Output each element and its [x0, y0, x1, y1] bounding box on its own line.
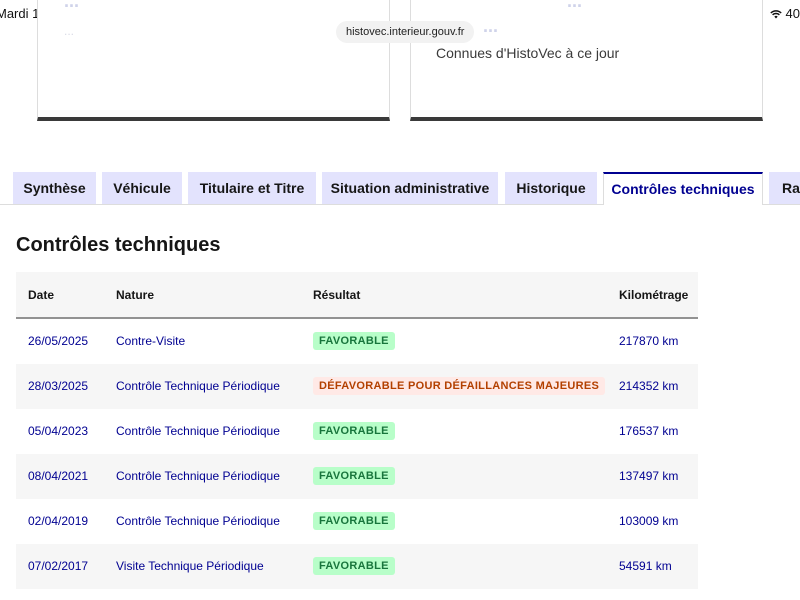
row-mileage: 137497 km: [619, 469, 679, 483]
row-nature: Contrôle Technique Périodique: [116, 469, 280, 483]
result-badge: FAVORABLE: [313, 422, 395, 440]
page-title: Contrôles techniques: [16, 234, 221, 256]
header-nature: Nature: [116, 288, 155, 302]
wifi-icon: [769, 9, 782, 18]
row-nature: Contrôle Technique Périodique: [116, 514, 280, 528]
tab-controles-techniques[interactable]: Contrôles techniques: [603, 172, 763, 205]
row-mileage: 176537 km: [619, 424, 679, 438]
result-badge: FAVORABLE: [313, 467, 395, 485]
row-mileage: 54591 km: [619, 559, 672, 573]
header-date: Date: [28, 288, 55, 302]
result-badge: DÉFAVORABLE POUR DÉFAILLANCES MAJEURES: [313, 377, 606, 395]
row-date: 05/04/2023: [28, 424, 89, 438]
row-mileage: 103009 km: [619, 514, 679, 528]
table-row: 26/05/2025 Contre-Visite FAVORABLE 21787…: [16, 319, 698, 364]
result-badge: FAVORABLE: [313, 557, 395, 575]
table-header: Date Nature Résultat Kilométrage: [16, 272, 698, 319]
table-row: 02/04/2019 Contrôle Technique Périodique…: [16, 499, 698, 544]
card-right-faded-title-1: ...: [567, 0, 583, 11]
table-row: 28/03/2025 Contrôle Technique Périodique…: [16, 364, 698, 409]
row-nature: Visite Technique Périodique: [116, 559, 264, 573]
row-date: 08/04/2021: [28, 469, 89, 483]
row-date: 28/03/2025: [28, 379, 89, 393]
card-left-faded-title: ...: [64, 0, 80, 11]
row-date: 07/02/2017: [28, 559, 89, 573]
card-right-text: Connues d'HistoVec à ce jour: [436, 45, 620, 61]
summary-card-left: ... ...: [37, 0, 390, 121]
card-right-faded-title-2: ...: [483, 16, 499, 36]
row-date: 26/05/2025: [28, 334, 89, 348]
table-row: 08/04/2021 Contrôle Technique Périodique…: [16, 454, 698, 499]
summary-card-right: ... ... Connues d'HistoVec à ce jour: [410, 0, 763, 121]
status-battery-text: 40: [785, 6, 800, 21]
card-left-faded-subtitle: ...: [64, 24, 75, 38]
tab-synthese[interactable]: Synthèse: [13, 172, 96, 204]
tab-rapport[interactable]: Rap: [769, 172, 800, 204]
controls-table: Date Nature Résultat Kilométrage 26/05/2…: [16, 272, 698, 589]
tab-vehicule[interactable]: Véhicule: [102, 172, 182, 204]
header-result: Résultat: [313, 288, 361, 302]
url-bar[interactable]: histovec.interieur.gouv.fr: [336, 21, 475, 43]
table-row: 07/02/2017 Visite Technique Périodique F…: [16, 544, 698, 589]
row-mileage: 217870 km: [619, 334, 679, 348]
row-nature: Contre-Visite: [116, 334, 186, 348]
result-badge: FAVORABLE: [313, 332, 395, 350]
tab-situation-administrative[interactable]: Situation administrative: [322, 172, 498, 204]
row-date: 02/04/2019: [28, 514, 89, 528]
row-nature: Contrôle Technique Périodique: [116, 424, 280, 438]
status-right: 40: [769, 6, 800, 21]
tab-historique[interactable]: Historique: [505, 172, 597, 204]
table-row: 05/04/2023 Contrôle Technique Périodique…: [16, 409, 698, 454]
tab-bar: Synthèse Véhicule Titulaire et Titre Sit…: [0, 172, 800, 205]
row-nature: Contrôle Technique Périodique: [116, 379, 280, 393]
row-mileage: 214352 km: [619, 379, 679, 393]
tab-titulaire-titre[interactable]: Titulaire et Titre: [188, 172, 316, 204]
header-mileage: Kilométrage: [619, 288, 689, 302]
result-badge: FAVORABLE: [313, 512, 395, 530]
